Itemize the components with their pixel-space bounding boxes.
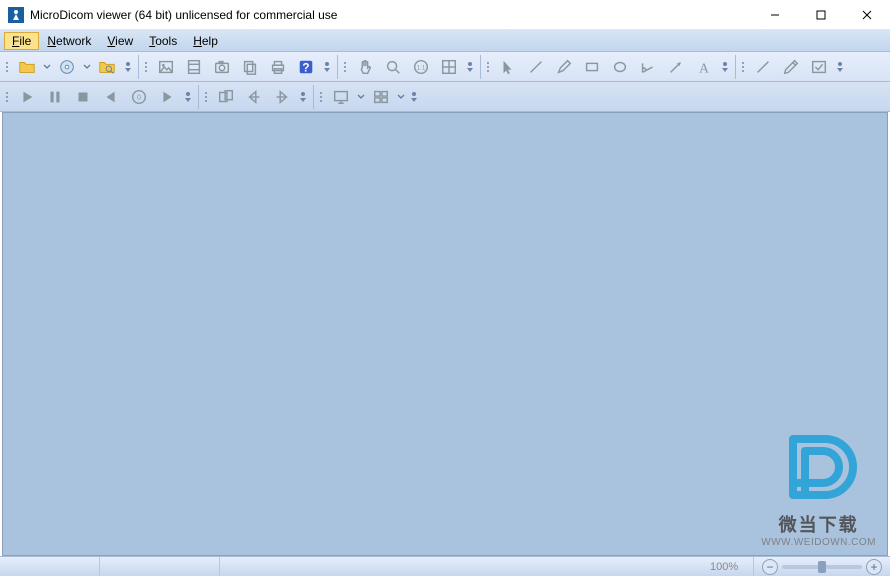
step-back-button[interactable] [241,84,267,110]
toolbar-row-2: 0 [0,82,890,112]
toolbar-grip[interactable] [143,55,149,79]
zoom-1to1-button[interactable]: 1:1 [408,54,434,80]
toolbar-divider [735,55,736,79]
toolbar-divider [138,55,139,79]
camera-button[interactable] [209,54,235,80]
step-forward-button[interactable] [269,84,295,110]
toolbar-grip[interactable] [4,55,10,79]
pencil-button[interactable] [551,54,577,80]
stop-button[interactable] [70,84,96,110]
zoom-out-button[interactable]: − [762,559,778,575]
toolbar-grip[interactable] [4,85,10,109]
first-button[interactable]: 0 [126,84,152,110]
toolbar-grip[interactable] [342,55,348,79]
help-button[interactable]: ? [293,54,319,80]
svg-text:1:1: 1:1 [417,64,426,71]
minimize-button[interactable] [752,0,798,30]
toolbar-overflow[interactable] [719,54,731,80]
toolbar-overflow[interactable] [182,84,194,110]
toolbar-grip[interactable] [740,55,746,79]
toolbar-overflow[interactable] [122,54,134,80]
menu-item-file[interactable]: File [4,32,39,50]
statusbar: 100% − + [0,556,890,576]
line-tool-button[interactable] [523,54,549,80]
pan-hand-button[interactable] [352,54,378,80]
pause-button[interactable] [42,84,68,110]
ellipse-button[interactable] [607,54,633,80]
toolbar-grip[interactable] [318,85,324,109]
status-cell-1 [0,557,100,576]
toolbar-divider [337,55,338,79]
toolbar-grip[interactable] [203,85,209,109]
svg-text:A: A [699,60,709,75]
svg-text:?: ? [302,61,309,74]
toolbar-overflow[interactable] [297,84,309,110]
checkbox-tool-button[interactable] [806,54,832,80]
svg-text:0: 0 [137,92,141,101]
toolbar-overflow[interactable] [464,54,476,80]
image-button[interactable] [153,54,179,80]
print-button[interactable] [265,54,291,80]
close-button[interactable] [844,0,890,30]
monitor-button[interactable] [328,84,354,110]
titlebar: MicroDicom viewer (64 bit) unlicensed fo… [0,0,890,30]
toolbar-overflow[interactable] [408,84,420,110]
fit-to-window-button[interactable] [436,54,462,80]
series-link-button[interactable] [213,84,239,110]
eyedropper-button[interactable] [778,54,804,80]
menu-item-help[interactable]: Help [185,32,226,50]
open-cd-dropdown[interactable] [82,63,92,71]
copy-image-button[interactable] [237,54,263,80]
toolbar-divider [313,85,314,109]
image-viewport[interactable] [2,112,888,556]
scan-button[interactable] [94,54,120,80]
open-folder-dropdown[interactable] [42,63,52,71]
play-button[interactable] [14,84,40,110]
zoom-percent: 100% [704,557,754,576]
rectangle-button[interactable] [579,54,605,80]
prev-button[interactable] [98,84,124,110]
zoom-button[interactable] [380,54,406,80]
zoom-controls: − + [754,559,890,575]
maximize-button[interactable] [798,0,844,30]
angle-button[interactable] [635,54,661,80]
arrow-button[interactable] [663,54,689,80]
menu-item-network[interactable]: Network [39,32,99,50]
zoom-slider[interactable] [782,565,862,569]
toolbars: ? 1:1 A 0 [0,52,890,112]
toolbar-grip[interactable] [485,55,491,79]
text-button[interactable]: A [691,54,717,80]
grid-layout-dropdown[interactable] [396,93,406,101]
toolbar-divider [480,55,481,79]
line2-button[interactable] [750,54,776,80]
grid-layout-button[interactable] [368,84,394,110]
menu-item-tools[interactable]: Tools [141,32,185,50]
video-button[interactable] [181,54,207,80]
toolbar-row-1: ? 1:1 A [0,52,890,82]
window-title: MicroDicom viewer (64 bit) unlicensed fo… [30,8,752,22]
zoom-in-button[interactable]: + [866,559,882,575]
toolbar-overflow[interactable] [321,54,333,80]
menubar: FileNetworkViewToolsHelp [0,30,890,52]
window-controls [752,0,890,30]
pointer-button[interactable] [495,54,521,80]
toolbar-divider [198,85,199,109]
open-folder-button[interactable] [14,54,40,80]
next-button[interactable] [154,84,180,110]
monitor-dropdown[interactable] [356,93,366,101]
toolbar-overflow[interactable] [834,54,846,80]
open-cd-button[interactable] [54,54,80,80]
app-icon [8,7,24,23]
status-cell-2 [100,557,220,576]
menu-item-view[interactable]: View [99,32,141,50]
